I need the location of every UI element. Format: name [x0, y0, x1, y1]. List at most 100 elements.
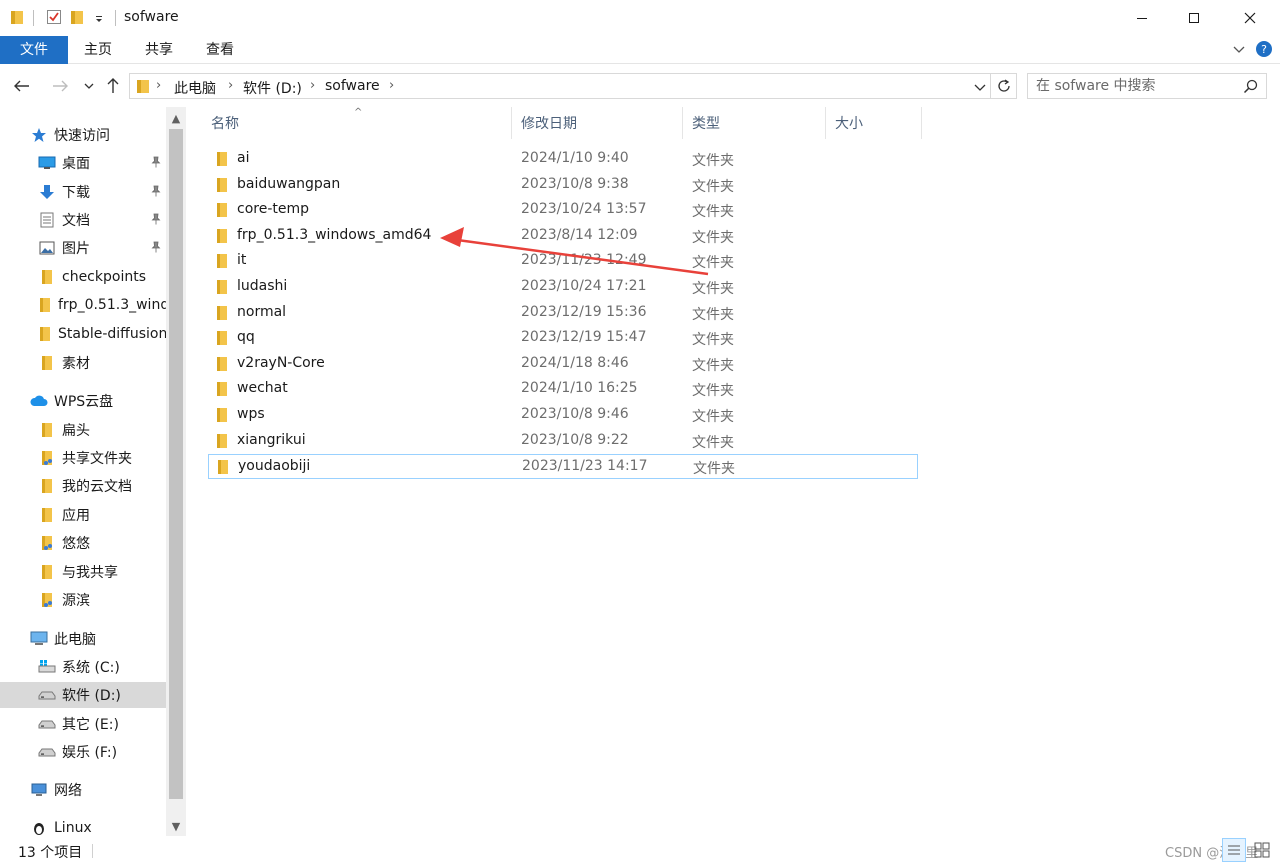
- sidebar-item-label: 悠悠: [62, 536, 90, 552]
- sidebar-item[interactable]: 快速访问: [0, 122, 166, 148]
- sidebar-item[interactable]: 悠悠: [0, 530, 166, 556]
- drive-icon: [38, 686, 56, 704]
- tab-share[interactable]: 共享: [129, 36, 189, 64]
- folder-icon: [38, 325, 52, 343]
- sidebar-item[interactable]: 其它 (E:): [0, 711, 166, 737]
- sidebar-item-label: 源滨: [62, 593, 90, 609]
- sidebar-item-label: 此电脑: [54, 632, 96, 648]
- chevron-right-icon[interactable]: ›: [310, 78, 315, 93]
- navigation-scrollbar[interactable]: ▲ ▼: [166, 107, 186, 836]
- scroll-up-icon[interactable]: ▲: [166, 108, 186, 128]
- sidebar-item[interactable]: WPS云盘: [0, 388, 166, 414]
- sidebar-item-label: 扁头: [62, 423, 90, 439]
- network-icon: [30, 781, 48, 799]
- tab-file[interactable]: 文件: [0, 36, 68, 64]
- sidebar-item[interactable]: checkpoints: [0, 264, 166, 290]
- sidebar-item[interactable]: 图片: [0, 235, 166, 261]
- customize-toolbar-icon[interactable]: [94, 12, 104, 28]
- sidebar-item[interactable]: 系统 (C:): [0, 654, 166, 680]
- expand-ribbon-icon[interactable]: [1232, 42, 1246, 60]
- folder-icon: [38, 268, 56, 286]
- scroll-down-icon[interactable]: ▼: [166, 816, 186, 836]
- breadcrumb-drive-d[interactable]: 软件 (D:): [243, 78, 302, 98]
- sidebar-item-label: 网络: [54, 783, 82, 799]
- sidebar-item[interactable]: frp_0.51.3_wind: [0, 292, 166, 318]
- large-icons-view-button[interactable]: [1252, 840, 1272, 864]
- sidebar-item[interactable]: 此电脑: [0, 626, 166, 652]
- folder-icon: [38, 563, 56, 581]
- new-folder-icon[interactable]: [70, 9, 84, 29]
- drive-icon: [38, 743, 56, 761]
- file-list: ^ 名称 修改日期 类型 大小 ai 2024/1/10 9:40 文件夹 baidu…: [188, 107, 1280, 836]
- refresh-button[interactable]: [991, 73, 1017, 99]
- title-bar: sofware: [0, 0, 1280, 36]
- scrollbar-thumb[interactable]: [169, 129, 183, 799]
- linux-icon: [30, 819, 48, 836]
- sidebar-item[interactable]: 应用: [0, 502, 166, 528]
- sidebar-item-label: Stable-diffusion: [58, 326, 166, 342]
- quick-access-toolbar: [10, 9, 24, 29]
- star-icon: [30, 126, 48, 144]
- breadcrumb-sofware[interactable]: sofware: [325, 78, 380, 94]
- sidebar-item[interactable]: 素材: [0, 350, 166, 376]
- sidebar-item[interactable]: 娱乐 (F:): [0, 739, 166, 765]
- shared-folder-icon: [38, 534, 56, 552]
- sidebar-item[interactable]: 文档: [0, 207, 166, 233]
- sidebar-item[interactable]: 与我共享: [0, 559, 166, 585]
- pin-icon[interactable]: [150, 185, 162, 201]
- address-bar[interactable]: › 此电脑 › 软件 (D:) › sofware ›: [129, 73, 991, 99]
- sidebar-item[interactable]: 下载: [0, 179, 166, 205]
- sidebar-item-label: 图片: [62, 241, 90, 257]
- sidebar-item-label: frp_0.51.3_wind: [58, 297, 166, 313]
- pin-icon[interactable]: [150, 241, 162, 257]
- window-title: sofware: [124, 9, 179, 25]
- search-icon[interactable]: [1243, 79, 1258, 98]
- sidebar-item[interactable]: 桌面: [0, 150, 166, 176]
- sidebar-item[interactable]: 共享文件夹: [0, 445, 166, 471]
- sidebar-item-label: Linux: [54, 820, 92, 836]
- details-view-button[interactable]: [1222, 838, 1246, 862]
- search-box[interactable]: [1027, 73, 1267, 99]
- folder-icon: [136, 78, 150, 98]
- sidebar-item[interactable]: Stable-diffusion: [0, 321, 166, 347]
- sidebar-item-label: 应用: [62, 508, 90, 524]
- chevron-right-icon[interactable]: ›: [389, 78, 394, 93]
- chevron-right-icon[interactable]: ›: [228, 78, 233, 93]
- help-icon[interactable]: ?: [1255, 40, 1273, 62]
- computer-icon: [30, 630, 48, 648]
- sidebar-item-label: 与我共享: [62, 565, 118, 581]
- forward-button[interactable]: [48, 74, 72, 98]
- sidebar-item[interactable]: 源滨: [0, 587, 166, 613]
- status-divider: [92, 844, 93, 858]
- item-count: 13 个项目: [18, 845, 83, 861]
- sidebar-item[interactable]: 扁头: [0, 417, 166, 443]
- toolbar-divider: [115, 10, 116, 26]
- sidebar-item-label: WPS云盘: [54, 394, 114, 410]
- tab-view[interactable]: 查看: [190, 36, 250, 64]
- properties-icon[interactable]: [46, 9, 62, 29]
- close-button[interactable]: [1222, 0, 1278, 36]
- breadcrumb-this-pc[interactable]: 此电脑: [174, 78, 216, 98]
- chevron-right-icon[interactable]: ›: [156, 78, 161, 93]
- pin-icon[interactable]: [150, 156, 162, 172]
- folder-icon: [38, 296, 52, 314]
- back-button[interactable]: [10, 74, 34, 98]
- sidebar-item-label: 桌面: [62, 156, 90, 172]
- sidebar-item[interactable]: 软件 (D:): [0, 682, 166, 708]
- folder-icon: [38, 506, 56, 524]
- minimize-button[interactable]: [1114, 0, 1170, 36]
- up-button[interactable]: [101, 74, 125, 98]
- sidebar-item-label: 娱乐 (F:): [62, 745, 118, 761]
- address-history-icon[interactable]: [974, 81, 986, 97]
- recent-locations-button[interactable]: [77, 74, 101, 98]
- search-input[interactable]: [1028, 74, 1238, 98]
- drive-icon: [38, 715, 56, 733]
- sidebar-item[interactable]: 我的云文档: [0, 473, 166, 499]
- download-icon: [38, 183, 56, 201]
- tab-home[interactable]: 主页: [68, 36, 128, 64]
- pin-icon[interactable]: [150, 213, 162, 229]
- sidebar-item[interactable]: Linux: [0, 815, 166, 836]
- annotation-arrow: [440, 227, 709, 276]
- maximize-button[interactable]: [1166, 0, 1222, 36]
- sidebar-item[interactable]: 网络: [0, 777, 166, 803]
